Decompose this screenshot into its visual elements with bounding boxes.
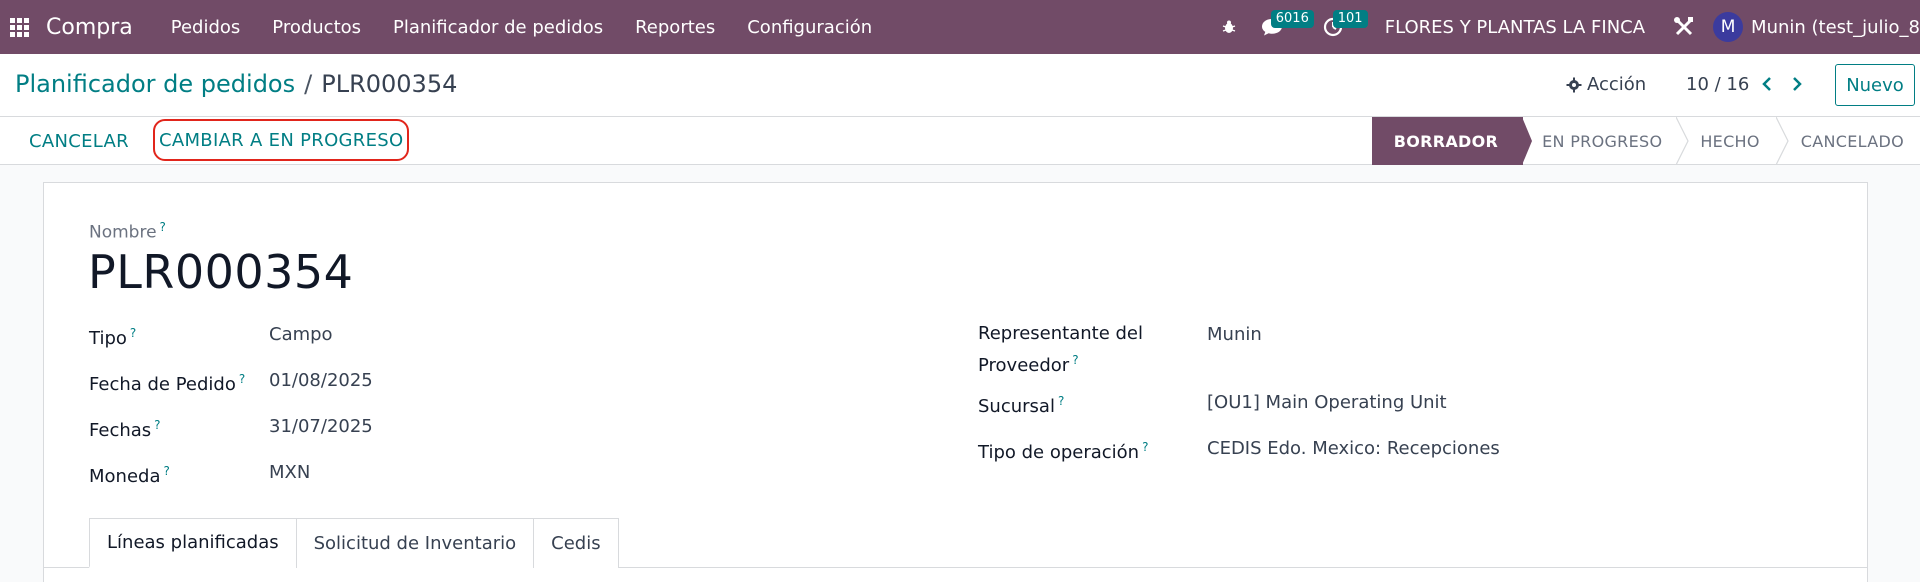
help-tooltip-icon[interactable]: ?: [1072, 353, 1078, 367]
tab-cedis[interactable]: Cedis: [533, 518, 619, 568]
pager-previous-button[interactable]: [1757, 72, 1777, 96]
pager-value[interactable]: 10 / 16: [1686, 74, 1749, 95]
action-menu-button[interactable]: Acción: [1566, 74, 1646, 95]
field-label-text: Fecha de Pedido: [89, 374, 236, 395]
messages-button[interactable]: 6016: [1249, 0, 1314, 54]
notebook-tabs: Líneas planificadas Solicitud de Inventa…: [89, 518, 619, 568]
stage-en-progreso[interactable]: EN PROGRESO: [1538, 117, 1676, 165]
debug-button[interactable]: [1209, 0, 1249, 54]
cancel-button[interactable]: CANCELAR: [29, 117, 129, 165]
menu-productos[interactable]: Productos: [256, 0, 377, 54]
activities-button[interactable]: 101: [1311, 0, 1369, 54]
user-menu[interactable]: M Munin (test_julio_8: [1707, 12, 1920, 42]
status-bar: CANCELAR CAMBIAR A EN PROGRESO BORRADOR …: [0, 117, 1920, 165]
company-switcher[interactable]: FLORES Y PLANTAS LA FINCA: [1369, 17, 1661, 38]
menu-reportes[interactable]: Reportes: [619, 0, 731, 54]
settings-tools-button[interactable]: [1661, 0, 1707, 54]
fecha-pedido-label: Fecha de Pedido?: [89, 366, 245, 398]
fechas-label: Fechas?: [89, 412, 161, 444]
chevron-left-icon: [1762, 77, 1771, 91]
breadcrumb-separator: /: [304, 70, 313, 98]
stage-arrow-separator: [1775, 117, 1789, 165]
fechas-field[interactable]: 31/07/2025: [269, 413, 373, 440]
moneda-field[interactable]: MXN: [269, 459, 310, 486]
field-label-text: Sucursal: [978, 396, 1055, 417]
stage-borrador[interactable]: BORRADOR: [1371, 117, 1524, 165]
pager-next-button[interactable]: [1787, 72, 1807, 96]
set-in-progress-button[interactable]: CAMBIAR A EN PROGRESO: [153, 119, 410, 161]
top-navbar: Compra Pedidos Productos Planificador de…: [0, 0, 1920, 54]
tab-lineas-planificadas[interactable]: Líneas planificadas: [89, 518, 297, 568]
help-tooltip-icon[interactable]: ?: [239, 372, 245, 386]
help-tooltip-icon[interactable]: ?: [1142, 440, 1148, 454]
bug-icon: [1222, 20, 1235, 33]
stage-label: CANCELADO: [1800, 131, 1904, 151]
help-tooltip-icon[interactable]: ?: [1058, 394, 1064, 408]
sucursal-field[interactable]: [OU1] Main Operating Unit: [1207, 389, 1447, 416]
field-label-text: Moneda: [89, 466, 161, 487]
chevron-right-icon: [1793, 77, 1802, 91]
tipo-label: Tipo?: [89, 320, 136, 352]
fecha-pedido-field[interactable]: 01/08/2025: [269, 367, 373, 394]
help-tooltip-icon[interactable]: ?: [160, 220, 166, 234]
gear-icon: [1566, 77, 1582, 92]
stage-label: BORRADOR: [1393, 131, 1499, 151]
stage-arrow-active: [1522, 117, 1533, 165]
stage-arrow-separator: [1676, 117, 1690, 165]
field-label-text: Proveedor: [978, 355, 1070, 376]
help-tooltip-icon[interactable]: ?: [163, 464, 169, 478]
help-tooltip-icon[interactable]: ?: [154, 418, 160, 432]
stage-cancelado[interactable]: CANCELADO: [1792, 117, 1920, 165]
representante-label: Representante del Proveedor?: [978, 320, 1143, 379]
name-label: Nombre?: [89, 220, 166, 243]
action-label: Acción: [1587, 74, 1647, 95]
tipo-operacion-label: Tipo de operación?: [978, 434, 1148, 466]
menu-planificador[interactable]: Planificador de pedidos: [377, 0, 619, 54]
sucursal-label: Sucursal?: [978, 388, 1064, 420]
tools-icon: [1674, 17, 1694, 36]
breadcrumb-parent-link[interactable]: Planificador de pedidos: [15, 70, 295, 98]
control-panel: Planificador de pedidos / PLR000354 Acci…: [0, 54, 1920, 117]
help-tooltip-icon[interactable]: ?: [130, 326, 136, 340]
tab-solicitud-inventario[interactable]: Solicitud de Inventario: [295, 518, 535, 568]
moneda-label: Moneda?: [89, 458, 170, 490]
navbar-systray: 6016 101 FLORES Y PLANTAS LA FINCA M Mun…: [1209, 0, 1920, 54]
stage-pipeline: BORRADOR EN PROGRESO HECHO CANCELADO: [1371, 117, 1920, 165]
field-label-text: Representante del: [978, 323, 1143, 344]
menu-pedidos[interactable]: Pedidos: [155, 0, 257, 54]
field-label-text: Tipo de operación: [978, 442, 1140, 463]
new-record-button[interactable]: Nuevo: [1835, 64, 1915, 106]
avatar: M: [1713, 12, 1744, 42]
apps-grid-icon: [9, 17, 29, 37]
app-brand[interactable]: Compra: [46, 15, 133, 40]
breadcrumb: Planificador de pedidos / PLR000354: [15, 70, 457, 98]
record-name-field[interactable]: PLR000354: [88, 245, 353, 299]
form-sheet: Nombre? PLR000354 Tipo? Campo Fecha de P…: [43, 182, 1868, 582]
field-label-text: Tipo: [89, 328, 127, 349]
activities-count-badge: 101: [1332, 10, 1368, 28]
messages-count-badge: 6016: [1270, 10, 1314, 28]
menu-configuracion[interactable]: Configuración: [731, 0, 888, 54]
stage-hecho[interactable]: HECHO: [1692, 117, 1775, 165]
name-label-text: Nombre: [89, 222, 157, 243]
tipo-operacion-field[interactable]: CEDIS Edo. Mexico: Recepciones: [1207, 435, 1500, 462]
representante-field[interactable]: Munin: [1207, 321, 1262, 348]
field-label-text: Fechas: [89, 420, 152, 441]
stage-label: HECHO: [1700, 131, 1760, 151]
stage-label: EN PROGRESO: [1542, 131, 1663, 151]
tipo-field[interactable]: Campo: [269, 321, 333, 348]
user-name: Munin (test_julio_8: [1751, 16, 1920, 38]
breadcrumb-current: PLR000354: [321, 70, 458, 98]
apps-menu-button[interactable]: [0, 0, 38, 54]
